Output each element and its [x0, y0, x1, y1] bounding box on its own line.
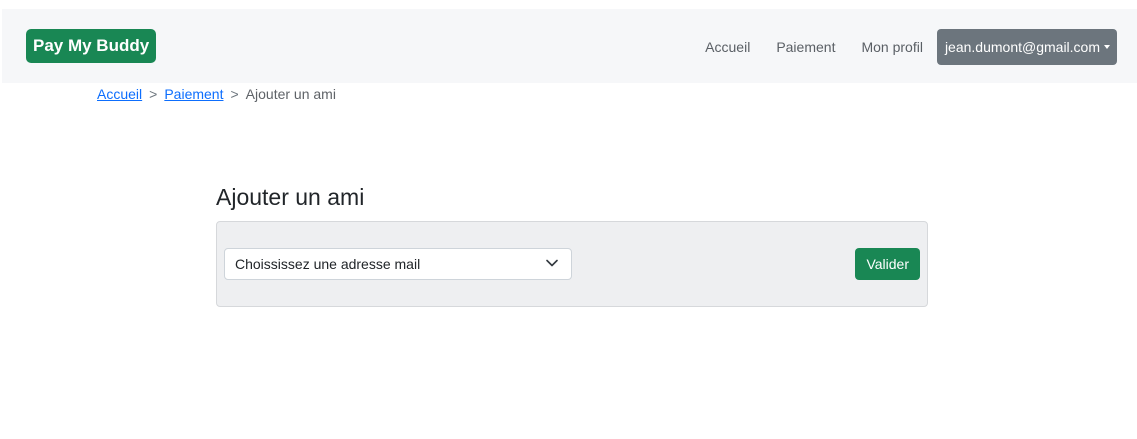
caret-down-icon — [1104, 45, 1110, 49]
user-dropdown-button[interactable]: jean.dumont@gmail.com — [936, 29, 1117, 65]
breadcrumb-current: Ajouter un ami — [245, 86, 336, 102]
email-select-value: Choississez une adresse mail — [235, 256, 421, 272]
add-friend-form: Choississez une adresse mail Valider — [216, 221, 928, 307]
breadcrumb-link-accueil[interactable]: Accueil — [97, 86, 142, 103]
breadcrumb-separator: > — [149, 86, 158, 102]
chevron-down-icon — [546, 259, 558, 267]
brand-logo[interactable]: Pay My Buddy — [26, 29, 157, 63]
nav-links: Accueil Paiement Mon profil jean.dumont@… — [692, 29, 1117, 65]
user-email: jean.dumont@gmail.com — [944, 39, 1100, 55]
breadcrumb-separator: > — [230, 86, 239, 102]
page-title: Ajouter un ami — [216, 184, 365, 210]
nav-link-mon-profil[interactable]: Mon profil — [848, 29, 935, 65]
email-select[interactable]: Choississez une adresse mail — [224, 248, 572, 280]
breadcrumb-link-paiement[interactable]: Paiement — [164, 86, 223, 103]
nav-link-accueil[interactable]: Accueil — [692, 29, 763, 65]
nav-link-paiement[interactable]: Paiement — [763, 29, 848, 65]
submit-button[interactable]: Valider — [855, 248, 920, 280]
navbar: Pay My Buddy Accueil Paiement Mon profil… — [2, 9, 1137, 83]
breadcrumb: Accueil > Paiement > Ajouter un ami — [97, 86, 336, 103]
